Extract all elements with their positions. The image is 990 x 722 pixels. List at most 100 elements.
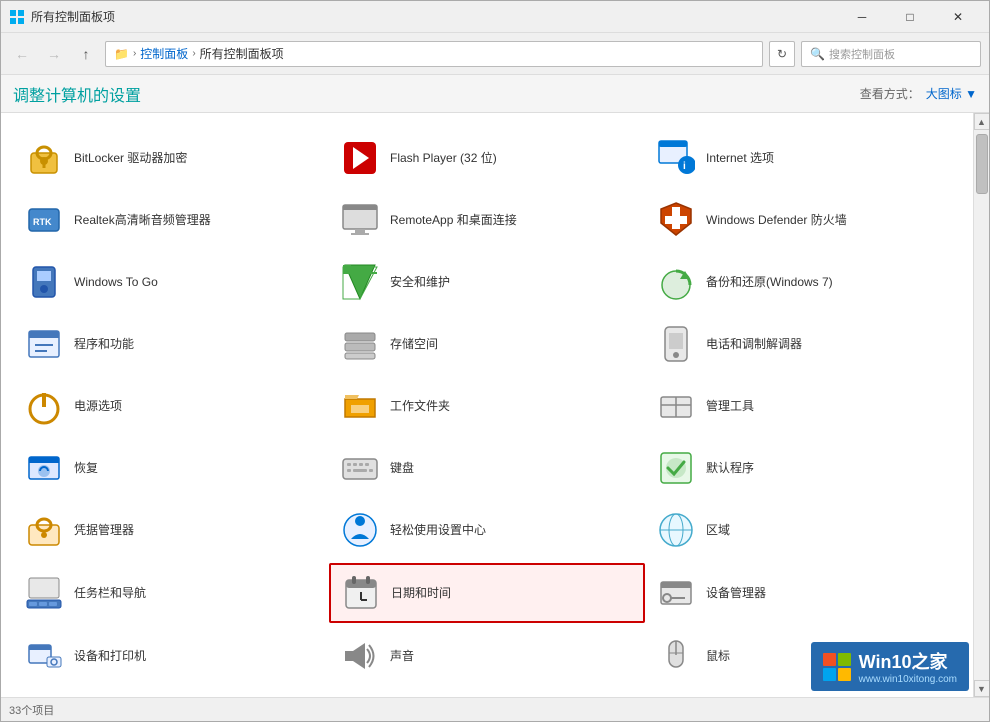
control-item-sound[interactable]: 声音 — [329, 627, 645, 685]
view-selector[interactable]: 大图标 ▼ — [926, 85, 977, 102]
restore-button[interactable]: □ — [887, 1, 933, 33]
realtek-icon: RTK — [24, 200, 64, 240]
control-item-defaultprog[interactable]: 默认程序 — [645, 439, 961, 497]
control-item-flashplayer[interactable]: Flash Player (32 位) — [329, 129, 645, 187]
breadcrumb: 📁 › 控制面板 › 所有控制面板项 — [114, 45, 284, 62]
control-item-region[interactable]: 区域 — [645, 501, 961, 559]
search-field[interactable]: 🔍 搜索控制面板 — [801, 41, 981, 67]
devmgr-label: 设备管理器 — [706, 585, 766, 602]
search-placeholder: 搜索控制面板 — [829, 46, 895, 62]
windowstogo-icon — [24, 262, 64, 302]
datetime-label: 日期和时间 — [391, 585, 451, 602]
content-area: BitLocker 驱动器加密 Flash Player (32 位) iInter… — [1, 113, 989, 697]
control-item-internet[interactable]: iInternet 选项 — [645, 129, 961, 187]
workfolder-label: 工作文件夹 — [390, 398, 450, 415]
breadcrumb-1[interactable]: 控制面板 — [140, 45, 188, 62]
breadcrumb-2[interactable]: 所有控制面板项 — [200, 45, 284, 62]
control-item-security[interactable]: 安全和维护 — [329, 253, 645, 311]
mouse-icon — [656, 636, 696, 676]
control-item-phone[interactable]: 电话和调制解调器 — [645, 315, 961, 373]
title-bar: 所有控制面板项 ─ □ ✕ — [1, 1, 989, 33]
scroll-up-arrow[interactable]: ▲ — [974, 113, 990, 130]
backup-icon — [656, 262, 696, 302]
ease-icon — [340, 510, 380, 550]
watermark-site: www.win10xitong.com — [859, 674, 957, 685]
refresh-button[interactable]: ↻ — [769, 41, 795, 67]
status-bar: 33个项目 — [1, 697, 989, 721]
storage-icon — [340, 324, 380, 364]
window-icon — [9, 9, 25, 25]
control-item-synccenter[interactable]: 同步中心 — [329, 689, 645, 697]
remoteapp-label: RemoteApp 和桌面连接 — [390, 212, 517, 229]
scrollbar: ▲ ▼ — [973, 113, 989, 697]
address-field[interactable]: 📁 › 控制面板 › 所有控制面板项 — [105, 41, 763, 67]
control-item-datetime[interactable]: 日期和时间 — [329, 563, 645, 623]
defaultprog-icon — [656, 448, 696, 488]
control-item-power[interactable]: 电源选项 — [13, 377, 329, 435]
control-item-devmgr[interactable]: 设备管理器 — [645, 563, 961, 623]
svg-text:i: i — [683, 161, 686, 172]
control-item-devices[interactable]: 设备和打印机 — [13, 627, 329, 685]
page-title: 调整计算机的设置 — [13, 82, 141, 106]
scroll-thumb[interactable] — [976, 134, 988, 194]
region-label: 区域 — [706, 522, 730, 539]
scroll-track[interactable] — [975, 130, 989, 680]
logo-sq-3 — [823, 668, 836, 681]
control-item-backup[interactable]: 备份和还原(Windows 7) — [645, 253, 961, 311]
realtek-label: Realtek高清晰音频管理器 — [74, 212, 211, 229]
view-options: 查看方式： 大图标 ▼ — [860, 85, 977, 102]
recovery-label: 恢复 — [74, 460, 98, 477]
devices-label: 设备和打印机 — [74, 648, 146, 665]
main-panel: BitLocker 驱动器加密 Flash Player (32 位) iInter… — [1, 113, 973, 697]
bitlocker-icon — [24, 138, 64, 178]
watermark-brand: Win10之家 — [859, 648, 957, 674]
keyboard-label: 键盘 — [390, 460, 414, 477]
control-item-programs[interactable]: 程序和功能 — [13, 315, 329, 373]
devmgr-icon — [656, 573, 696, 613]
control-item-remoteapp[interactable]: RemoteApp 和桌面连接 — [329, 191, 645, 249]
back-button[interactable]: ← — [9, 41, 35, 67]
control-item-recovery[interactable]: 恢复 — [13, 439, 329, 497]
taskbar-icon — [24, 573, 64, 613]
defender-label: Windows Defender 防火墙 — [706, 212, 847, 229]
logo-sq-4 — [838, 668, 851, 681]
minimize-button[interactable]: ─ — [839, 1, 885, 33]
control-item-ease[interactable]: 轻松使用设置中心 — [329, 501, 645, 559]
logo-sq-1 — [823, 653, 836, 666]
control-item-indexing[interactable]: 索引选项 — [13, 689, 329, 697]
credential-label: 凭据管理器 — [74, 522, 134, 539]
windowstogo-label: Windows To Go — [74, 274, 158, 291]
control-item-defender[interactable]: Windows Defender 防火墙 — [645, 191, 961, 249]
control-item-realtek[interactable]: RTK Realtek高清晰音频管理器 — [13, 191, 329, 249]
scroll-down-arrow[interactable]: ▼ — [974, 680, 990, 697]
breadcrumb-sep1: › — [133, 48, 136, 59]
region-icon — [656, 510, 696, 550]
control-item-workfolder[interactable]: 工作文件夹 — [329, 377, 645, 435]
control-item-bitlocker[interactable]: BitLocker 驱动器加密 — [13, 129, 329, 187]
control-item-windowstogo[interactable]: Windows To Go — [13, 253, 329, 311]
address-bar: ← → ↑ 📁 › 控制面板 › 所有控制面板项 ↻ 🔍 搜索控制面板 — [1, 33, 989, 75]
programs-icon — [24, 324, 64, 364]
taskbar-label: 任务栏和导航 — [74, 585, 146, 602]
close-button[interactable]: ✕ — [935, 1, 981, 33]
recovery-icon — [24, 448, 64, 488]
control-item-keyboard[interactable]: 键盘 — [329, 439, 645, 497]
up-button[interactable]: ↑ — [73, 41, 99, 67]
sound-label: 声音 — [390, 648, 414, 665]
flashplayer-icon — [340, 138, 380, 178]
watermark-logo — [823, 653, 851, 681]
forward-button[interactable]: → — [41, 41, 67, 67]
control-item-credential[interactable]: 凭据管理器 — [13, 501, 329, 559]
flashplayer-label: Flash Player (32 位) — [390, 150, 497, 167]
control-item-management[interactable]: 管理工具 — [645, 377, 961, 435]
window: 所有控制面板项 ─ □ ✕ ← → ↑ 📁 › 控制面板 › 所有控制面板项 ↻… — [0, 0, 990, 722]
security-label: 安全和维护 — [390, 274, 450, 291]
defaultprog-label: 默认程序 — [706, 460, 754, 477]
control-item-storage[interactable]: 存储空间 — [329, 315, 645, 373]
credential-icon — [24, 510, 64, 550]
control-item-taskbar[interactable]: 任务栏和导航 — [13, 563, 329, 623]
internet-icon: i — [656, 138, 696, 178]
sound-icon — [340, 636, 380, 676]
storage-label: 存储空间 — [390, 336, 438, 353]
item-count: 33个项目 — [9, 702, 54, 718]
